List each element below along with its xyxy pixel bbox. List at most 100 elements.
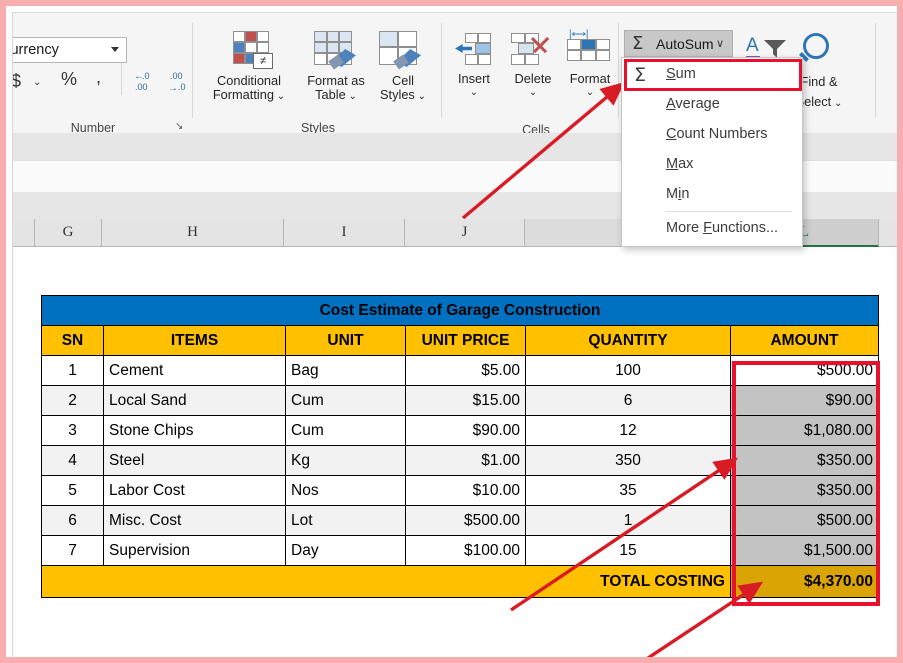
cell-item: Steel (103, 445, 286, 476)
sigma-icon: Σ (632, 33, 644, 54)
menu-item-label: Average (666, 96, 720, 112)
cell-sn: 3 (41, 415, 104, 446)
table-total-row: TOTAL COSTING $4,370.00 (41, 565, 879, 598)
column-header-quantity: QUANTITY (525, 325, 731, 356)
table-row: 2 Local Sand Cum $15.00 6 $90.00 (41, 385, 879, 416)
column-header-items: ITEMS (103, 325, 286, 356)
cell-item: Labor Cost (103, 475, 286, 506)
cell-unit-price: $100.00 (405, 535, 526, 566)
cell-sn: 6 (41, 505, 104, 536)
number-format-value: Currency (13, 42, 59, 58)
cell-quantity: 6 (525, 385, 731, 416)
table-row: 3 Stone Chips Cum $90.00 12 $1,080.00 (41, 415, 879, 446)
cell-sn: 4 (41, 445, 104, 476)
delete-icon (511, 33, 551, 65)
screenshot-frame: Currency $ ⌄ % , ← .0 .00 .00 → .0 Numbe… (0, 0, 903, 663)
format-icon: |⟷| (567, 29, 611, 65)
menu-item-label: Min (666, 186, 690, 202)
insert-icon (455, 33, 493, 65)
cell-sn: 2 (41, 385, 104, 416)
cell-unit: Cum (285, 415, 406, 446)
cell-quantity: 100 (525, 355, 731, 386)
column-header-unit: UNIT (285, 325, 406, 356)
number-dialog-launcher[interactable]: ↘ (175, 121, 183, 132)
cell-quantity: 1 (525, 505, 731, 536)
cell-unit-price: $500.00 (405, 505, 526, 536)
cost-estimate-table: Cost Estimate of Garage Construction SN … (41, 295, 879, 598)
cell-unit-price: $90.00 (405, 415, 526, 446)
divider (441, 23, 442, 118)
table-row: 1 Cement Bag $5.00 100 $500.00 (41, 355, 879, 386)
cell-item: Cement (103, 355, 286, 386)
column-header-J[interactable]: J (405, 219, 525, 247)
table-row: 7 Supervision Day $100.00 15 $1,500.00 (41, 535, 879, 566)
cell-unit-price: $1.00 (405, 445, 526, 476)
insert-cells-button[interactable]: Insert ⌄ (447, 72, 501, 100)
menu-item-count-numbers[interactable]: Count Numbers (622, 120, 802, 150)
comma-format-button[interactable]: , (96, 67, 101, 88)
select-all-corner[interactable] (13, 219, 35, 247)
cell-unit: Nos (285, 475, 406, 506)
chevron-down-icon[interactable]: ⌄ (33, 77, 41, 88)
column-header-sn: SN (41, 325, 104, 356)
menu-item-label: Count Numbers (666, 126, 768, 142)
table-title-row: Cost Estimate of Garage Construction (41, 295, 879, 326)
cell-sn: 1 (41, 355, 104, 386)
cell-amount[interactable]: $1,080.00 (730, 415, 879, 446)
cell-amount[interactable]: $500.00 (730, 355, 879, 386)
autosum-label: AutoSum (656, 36, 714, 52)
table-title: Cost Estimate of Garage Construction (41, 295, 879, 326)
format-cells-button[interactable]: Format ⌄ (561, 72, 619, 100)
cell-item: Misc. Cost (103, 505, 286, 536)
cell-quantity: 15 (525, 535, 731, 566)
cell-unit: Kg (285, 445, 406, 476)
menu-item-label: More Functions... (666, 220, 779, 236)
cell-amount[interactable]: $1,500.00 (730, 535, 879, 566)
percent-format-button[interactable]: % (61, 69, 77, 90)
cell-sn: 5 (41, 475, 104, 506)
menu-item-max[interactable]: Max (622, 150, 802, 180)
cell-item: Local Sand (103, 385, 286, 416)
cell-quantity: 350 (525, 445, 731, 476)
divider (121, 63, 122, 95)
worksheet-grid[interactable]: Cost Estimate of Garage Construction SN … (13, 247, 897, 657)
menu-item-min[interactable]: Min (622, 180, 802, 210)
cell-amount[interactable]: $90.00 (730, 385, 879, 416)
cell-amount[interactable]: $350.00 (730, 475, 879, 506)
cell-amount[interactable]: $350.00 (730, 445, 879, 476)
conditional-formatting-icon: ≠ (233, 31, 273, 69)
format-as-table-icon (314, 31, 356, 70)
divider (666, 211, 792, 212)
conditional-formatting-button[interactable]: Conditional Formatting ⌄ (199, 74, 299, 104)
currency-format-button[interactable]: $ (13, 71, 21, 92)
column-header-H[interactable]: H (102, 219, 284, 247)
cell-sn: 7 (41, 535, 104, 566)
table-row: 4 Steel Kg $1.00 350 $350.00 (41, 445, 879, 476)
cell-styles-button[interactable]: Cell Styles ⌄ (368, 74, 438, 104)
cell-unit-price: $15.00 (405, 385, 526, 416)
cell-item: Stone Chips (103, 415, 286, 446)
cell-quantity: 12 (525, 415, 731, 446)
column-header-I[interactable]: I (284, 219, 405, 247)
cell-unit-price: $5.00 (405, 355, 526, 386)
column-header-M[interactable] (879, 219, 897, 247)
menu-item-more-functions[interactable]: More Functions... (622, 214, 802, 244)
total-value[interactable]: $4,370.00 (730, 565, 879, 598)
number-format-combo[interactable]: Currency (13, 37, 127, 63)
divider (618, 23, 619, 118)
autosum-button[interactable]: Σ AutoSum ∨ (624, 30, 733, 57)
column-header-G[interactable]: G (35, 219, 102, 247)
cell-styles-icon (379, 31, 421, 70)
total-label: TOTAL COSTING (41, 565, 731, 598)
cell-amount[interactable]: $500.00 (730, 505, 879, 536)
divider (192, 23, 193, 118)
delete-cells-button[interactable]: Delete ⌄ (505, 72, 561, 100)
table-header-row: SN ITEMS UNIT UNIT PRICE QUANTITY AMOUNT (41, 325, 879, 356)
divider (875, 23, 876, 118)
format-as-table-button[interactable]: Format as Table ⌄ (294, 74, 378, 104)
cell-unit: Bag (285, 355, 406, 386)
chevron-down-icon: ∨ (715, 38, 724, 50)
table-row: 5 Labor Cost Nos $10.00 35 $350.00 (41, 475, 879, 506)
menu-item-average[interactable]: Average (622, 90, 802, 120)
cell-unit: Lot (285, 505, 406, 536)
